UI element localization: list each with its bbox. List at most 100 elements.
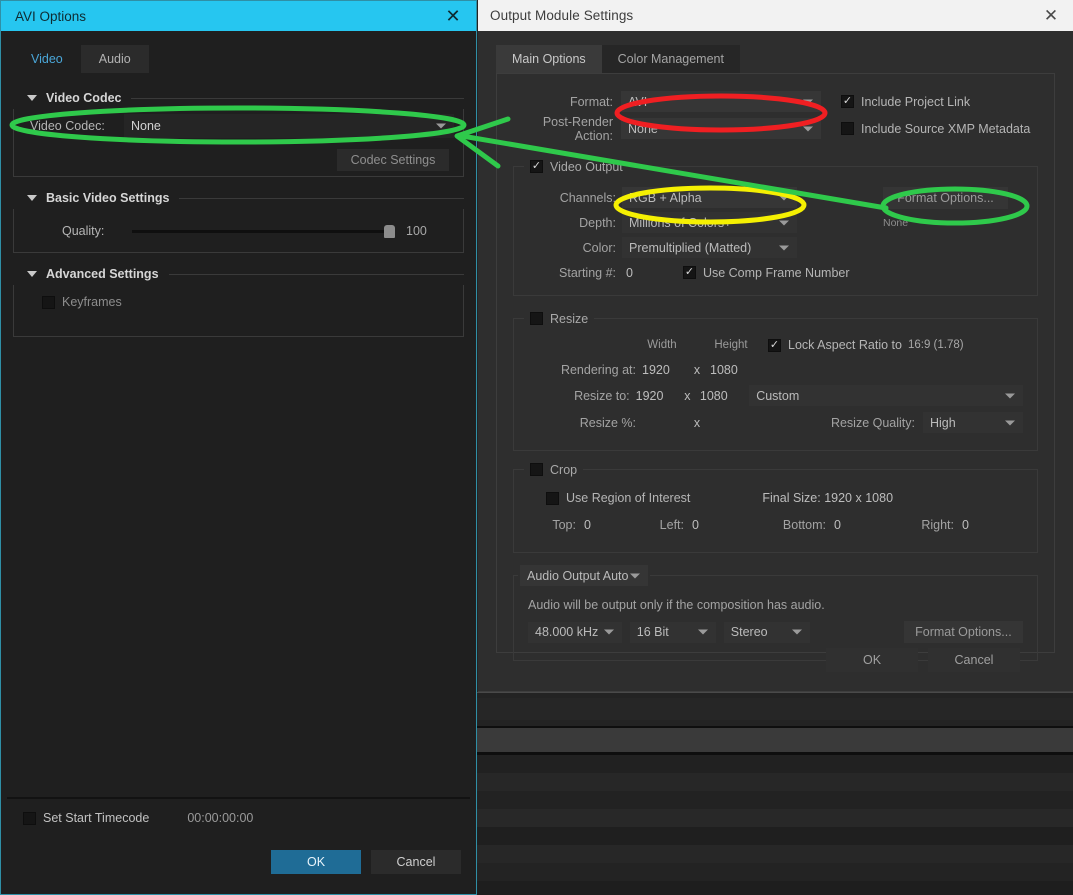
avi-ok-button[interactable]: OK — [271, 850, 361, 874]
resize-legend-label: Resize — [550, 311, 589, 326]
video-format-options-button[interactable]: Format Options... — [883, 186, 1008, 209]
tab-audio[interactable]: Audio — [80, 45, 149, 73]
color-row: Color: Premultiplied (Matted) — [528, 235, 1023, 260]
main-options-panel: Format: AVI ✓ Include Project Link Post-… — [496, 73, 1055, 661]
use-comp-frame-number-checkbox[interactable]: ✓ — [682, 266, 696, 279]
chevron-down-icon — [630, 573, 640, 578]
output-module-settings-dialog: Output Module Settings ✕ Main Options Co… — [478, 0, 1073, 692]
crop-right-label: Right: — [921, 518, 954, 532]
crop-edges-row: Top: 0 Left: 0 Bottom: 0 Right: 0 — [528, 512, 1023, 538]
quality-slider[interactable] — [132, 224, 395, 238]
tab-color-management[interactable]: Color Management — [601, 45, 740, 73]
resize-percent-label: Resize %: — [579, 415, 636, 430]
set-start-timecode-checkbox[interactable]: ✓ — [23, 811, 36, 825]
audio-output-mode-dropdown[interactable]: Audio Output Auto — [520, 565, 648, 586]
triangle-down-icon — [27, 271, 37, 277]
tab-audio-label: Audio — [98, 52, 131, 66]
codec-settings-button[interactable]: Codec Settings — [337, 149, 449, 171]
use-region-of-interest-label: Use Region of Interest — [566, 491, 691, 505]
use-comp-frame-number-label: Use Comp Frame Number — [702, 265, 850, 280]
screen: Output Module Settings ✕ Main Options Co… — [0, 0, 1073, 895]
crop-bottom-value[interactable]: 0 — [834, 518, 912, 532]
use-region-of-interest-checkbox[interactable]: ✓ — [546, 491, 559, 505]
include-xmp-checkbox[interactable]: ✓ — [841, 122, 854, 135]
advanced-settings-header[interactable]: Advanced Settings — [9, 263, 468, 285]
color-value: Premultiplied (Matted) — [629, 240, 752, 255]
close-icon[interactable]: ✕ — [430, 1, 476, 31]
chevron-down-icon — [803, 126, 813, 131]
resize-x-separator: x — [684, 388, 691, 403]
advanced-settings-title: Advanced Settings — [46, 267, 159, 281]
starting-number-row: Starting #: 0 ✓ Use Comp Frame Number — [528, 260, 1023, 285]
video-codec-dropdown[interactable]: None — [124, 114, 454, 138]
lock-aspect-ratio-label: Lock Aspect Ratio to — [788, 338, 902, 352]
format-label: Format: — [569, 94, 613, 109]
depth-value: Millions of Colors+ — [629, 215, 732, 230]
final-size-text: Final Size: 1920 x 1080 — [762, 491, 894, 505]
resize-group: ✓ Resize Width Height ✓ Lock Aspect Rati… — [513, 310, 1038, 451]
basic-video-settings-header[interactable]: Basic Video Settings — [9, 187, 468, 209]
tab-video[interactable]: Video — [13, 45, 81, 73]
rendering-width-value: 1920 — [642, 362, 670, 377]
resize-preset-dropdown[interactable]: Custom — [749, 385, 1023, 406]
resize-legend: ✓ Resize — [524, 310, 595, 327]
crop-checkbox[interactable]: ✓ — [530, 463, 543, 476]
resize-height-value[interactable]: 1080 — [696, 389, 743, 403]
divider — [168, 273, 464, 275]
avi-cancel-label: Cancel — [396, 855, 436, 869]
basic-video-settings-title: Basic Video Settings — [46, 191, 170, 205]
include-project-link-checkbox[interactable]: ✓ — [841, 95, 854, 108]
close-icon[interactable]: ✕ — [1029, 0, 1073, 31]
audio-note-row: Audio will be output only if the composi… — [528, 592, 1023, 618]
depth-dropdown[interactable]: Millions of Colors+ — [622, 212, 797, 233]
output-module-footer: OK Cancel — [478, 630, 1073, 692]
chevron-down-icon — [436, 123, 446, 129]
video-output-legend: ✓ Video Output — [524, 158, 629, 175]
resize-checkbox[interactable]: ✓ — [530, 312, 543, 325]
starting-number-label: Starting #: — [559, 265, 616, 280]
tab-main-options-label: Main Options — [512, 52, 586, 66]
resize-quality-label: Resize Quality: — [830, 415, 915, 430]
resize-width-value[interactable]: 1920 — [630, 389, 679, 403]
starting-number-value[interactable]: 0 — [626, 266, 633, 280]
post-render-action-row: Post-Render Action: None ✓ Include Sourc… — [513, 115, 1038, 143]
include-project-link-label: Include Project Link — [861, 94, 971, 109]
avi-footer-divider — [7, 797, 470, 799]
format-row: Format: AVI ✓ Include Project Link — [513, 88, 1038, 115]
advanced-settings-body: ✓ Keyframes — [13, 285, 464, 337]
avi-options-titlebar: AVI Options ✕ — [1, 1, 476, 31]
video-output-checkbox[interactable]: ✓ — [530, 160, 543, 173]
output-module-tabs: Main Options Color Management — [496, 45, 1055, 73]
output-module-ok-button[interactable]: OK — [826, 648, 918, 672]
timecode-value[interactable]: 00:00:00:00 — [187, 811, 253, 825]
format-dropdown[interactable]: AVI — [621, 91, 821, 112]
advanced-settings-section: Advanced Settings ✓ Keyframes — [9, 263, 468, 337]
lock-aspect-ratio-checkbox[interactable]: ✓ — [768, 338, 781, 352]
format-value: AVI — [628, 94, 648, 109]
set-start-timecode-row: ✓ Set Start Timecode 00:00:00:00 — [1, 801, 476, 835]
keyframes-checkbox[interactable]: ✓ — [42, 295, 55, 309]
avi-cancel-button[interactable]: Cancel — [371, 850, 461, 874]
video-codec-section-header[interactable]: Video Codec — [9, 87, 468, 109]
post-render-action-dropdown[interactable]: None — [621, 118, 821, 139]
avi-options-body: Video Audio Video Codec Video Codec: Non… — [1, 31, 476, 894]
tab-color-management-label: Color Management — [617, 52, 724, 66]
crop-left-value[interactable]: 0 — [692, 518, 768, 532]
lock-aspect-ratio-value: 16:9 (1.78) — [907, 339, 964, 351]
tab-main-options[interactable]: Main Options — [496, 45, 602, 73]
include-xmp-label: Include Source XMP Metadata — [861, 121, 1031, 136]
quality-slider-thumb[interactable] — [384, 225, 395, 238]
video-codec-section-body: Video Codec: None Codec Settings — [13, 109, 464, 177]
resize-quality-dropdown[interactable]: High — [923, 412, 1023, 433]
crop-right-value[interactable]: 0 — [962, 518, 969, 532]
video-format-options-label: Format Options... — [897, 190, 994, 205]
color-dropdown[interactable]: Premultiplied (Matted) — [622, 237, 797, 258]
quality-label: Quality: — [62, 224, 105, 238]
avi-options-tabs: Video Audio — [1, 45, 476, 73]
video-output-legend-label: Video Output — [550, 159, 623, 174]
channels-dropdown[interactable]: RGB + Alpha — [622, 187, 797, 208]
video-codec-section: Video Codec Video Codec: None Codec Sett… — [9, 87, 468, 177]
resize-height-header: Height — [714, 339, 748, 351]
output-module-cancel-button[interactable]: Cancel — [928, 648, 1020, 672]
crop-top-value[interactable]: 0 — [584, 518, 644, 532]
